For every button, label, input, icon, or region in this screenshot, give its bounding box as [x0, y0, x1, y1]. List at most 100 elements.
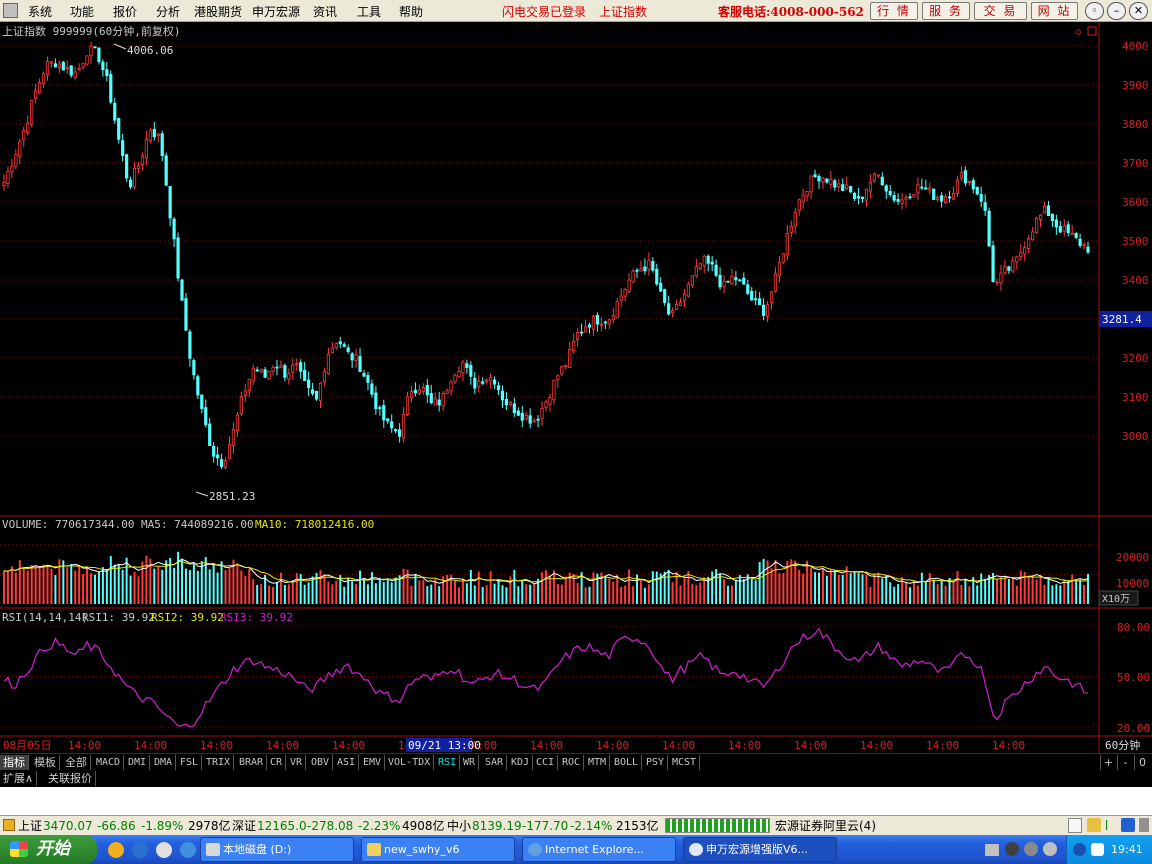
- sh-label: 上证: [18, 819, 43, 833]
- quicklaunch-icon[interactable]: [156, 842, 172, 858]
- tab-indicator[interactable]: 指标: [0, 755, 29, 770]
- candle-body: [6, 171, 10, 184]
- speaker-icon[interactable]: [1139, 818, 1149, 832]
- volume-bar: [1083, 584, 1086, 604]
- tab-vol-tdx[interactable]: VOL-TDX: [385, 755, 435, 770]
- high-price-label: 4006.06: [127, 44, 173, 57]
- candle-body: [643, 266, 647, 272]
- volume-bar: [1027, 575, 1030, 604]
- tray-icon[interactable]: [1005, 842, 1019, 856]
- menu-quote[interactable]: 报价: [113, 3, 137, 20]
- start-button[interactable]: 开始: [0, 835, 97, 864]
- candle-body: [1038, 214, 1043, 220]
- tab-asi[interactable]: ASI: [334, 755, 360, 770]
- current-index-name[interactable]: 上证指数: [599, 3, 647, 20]
- tab-cci[interactable]: CCI: [533, 755, 559, 770]
- shield-icon[interactable]: [1091, 843, 1104, 856]
- tab-extend[interactable]: 扩展∧: [0, 771, 38, 786]
- tab-template[interactable]: 模板: [31, 755, 60, 770]
- tab-trix[interactable]: TRIX: [203, 755, 235, 770]
- tab-sar[interactable]: SAR: [482, 755, 508, 770]
- status-window-icon[interactable]: [1068, 818, 1082, 833]
- browser-quicklaunch-icon[interactable]: [132, 842, 148, 858]
- website-button[interactable]: 网 站: [1031, 2, 1078, 20]
- zoom-reset-button[interactable]: 0: [1134, 755, 1150, 770]
- volume-bar: [984, 578, 987, 604]
- tab-cr[interactable]: CR: [267, 755, 287, 770]
- server-name[interactable]: 宏源证券阿里云(4): [775, 817, 876, 835]
- quicklaunch-icon[interactable]: [180, 842, 196, 858]
- zoom-out-button[interactable]: -: [1117, 755, 1133, 770]
- task-internet-explorer[interactable]: Internet Explore...: [522, 837, 676, 862]
- candle-body: [401, 413, 406, 439]
- tab-roc[interactable]: ROC: [559, 755, 585, 770]
- task-local-disk[interactable]: 本地磁盘 (D:): [200, 837, 354, 862]
- ie-quicklaunch-icon[interactable]: [108, 842, 124, 858]
- minimize-button[interactable]: –: [1107, 2, 1126, 20]
- volume-bar: [1047, 577, 1050, 604]
- tab-psy[interactable]: PSY: [643, 755, 669, 770]
- candle-body: [413, 389, 418, 394]
- tray-network-icon[interactable]: [1073, 843, 1086, 856]
- ie-icon: [528, 843, 542, 856]
- tab-mcst[interactable]: MCST: [669, 755, 701, 770]
- candle-body: [1027, 238, 1031, 250]
- menu-analysis[interactable]: 分析: [156, 3, 180, 20]
- volume-bar: [323, 574, 326, 604]
- menu-options-icon[interactable]: ◦: [1085, 2, 1104, 20]
- chart-settings-icon[interactable]: ◇: [1075, 25, 1082, 38]
- volume-bar: [244, 575, 247, 604]
- menu-news[interactable]: 资讯: [313, 3, 337, 20]
- task-swhy-app[interactable]: 申万宏源增强版V6...: [683, 837, 837, 862]
- clock[interactable]: 19:41: [1111, 835, 1143, 864]
- price-tick: 4000: [1122, 40, 1149, 53]
- service-button[interactable]: 服 务: [922, 2, 970, 20]
- tab-vr[interactable]: VR: [287, 755, 307, 770]
- menu-hk-futures[interactable]: 港股期货: [194, 3, 242, 20]
- volume-bar: [620, 586, 623, 604]
- menu-swhy[interactable]: 申万宏源: [252, 3, 300, 20]
- tray-icon[interactable]: [1043, 842, 1057, 856]
- tab-kdj[interactable]: KDJ: [508, 755, 534, 770]
- task-label: new_swhy_v6: [384, 843, 460, 856]
- tab-emv[interactable]: EMV: [360, 755, 386, 770]
- candle-body: [738, 279, 742, 282]
- volume-bar: [125, 557, 128, 604]
- period-label[interactable]: 60分钟: [1105, 738, 1140, 752]
- tab-related-quotes[interactable]: 关联报价: [45, 771, 96, 786]
- menu-system[interactable]: 系统: [28, 3, 52, 20]
- menu-function[interactable]: 功能: [70, 3, 94, 20]
- network-icon[interactable]: [1121, 818, 1135, 832]
- tab-dmi[interactable]: DMI: [125, 755, 151, 770]
- tab-obv[interactable]: OBV: [308, 755, 334, 770]
- rsi-tick: 50.00: [1117, 671, 1150, 684]
- candle-body: [132, 168, 137, 188]
- menu-tools[interactable]: 工具: [357, 3, 381, 20]
- flash-trade-status[interactable]: 闪电交易已登录: [502, 3, 586, 20]
- tab-wr[interactable]: WR: [460, 755, 480, 770]
- tray-icon[interactable]: [1024, 842, 1038, 856]
- candle-body: [580, 331, 584, 334]
- rsi-line: [3, 627, 1089, 728]
- tab-boll[interactable]: BOLL: [611, 755, 643, 770]
- keyboard-icon[interactable]: [985, 844, 999, 856]
- tab-fsl[interactable]: FSL: [177, 755, 203, 770]
- price-tick: 3500: [1122, 235, 1149, 248]
- quote-button[interactable]: 行 情: [870, 2, 918, 20]
- tab-brar[interactable]: BRAR: [236, 755, 268, 770]
- chart-maximize-icon[interactable]: [1087, 26, 1097, 36]
- tab-rsi[interactable]: RSI: [435, 755, 461, 770]
- tab-mtm[interactable]: MTM: [585, 755, 611, 770]
- candle-body: [125, 154, 129, 179]
- tab-dma[interactable]: DMA: [151, 755, 177, 770]
- task-folder[interactable]: new_swhy_v6: [361, 837, 515, 862]
- lock-icon[interactable]: [1087, 818, 1101, 832]
- tab-all[interactable]: 全部: [62, 755, 91, 770]
- menu-help[interactable]: 帮助: [399, 3, 423, 20]
- stock-chart[interactable]: 上证指数 999999(60分钟,前复权) ◇ 4006.06 2851.23 …: [0, 22, 1152, 753]
- trade-button[interactable]: 交 易: [974, 2, 1027, 20]
- tab-macd[interactable]: MACD: [93, 755, 125, 770]
- candle-body: [279, 365, 283, 368]
- zoom-in-button[interactable]: +: [1100, 755, 1116, 770]
- close-button[interactable]: ✕: [1129, 2, 1148, 20]
